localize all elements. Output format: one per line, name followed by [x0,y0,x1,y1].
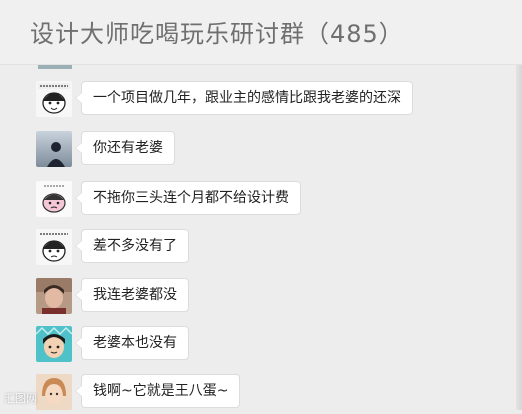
previous-avatar-edge [38,65,72,69]
chat-header: 设计大师吃喝玩乐研讨群（485） [0,0,522,65]
message-bubble[interactable]: 你还有老婆 [75,131,175,165]
message-bubble[interactable]: 不拖你三头连个月都不给设计费 [75,181,301,215]
message-list[interactable]: 一个项目做几年，跟业主的感情比跟我老婆的还深 你还有老婆 不拖你三头连个月都不给… [0,65,522,410]
watermark: 汇图网 [4,392,37,405]
message-bubble[interactable]: 老婆本也没有 [75,326,189,360]
cartoon-face-avatar[interactable] [36,81,72,117]
group-title: 设计大师吃喝玩乐研讨群（485） [30,20,404,48]
scrollbar-track[interactable] [516,65,522,410]
cartoon-boy-avatar[interactable] [36,326,72,362]
message-bubble[interactable]: 一个项目做几年，跟业主的感情比跟我老婆的还深 [75,81,413,115]
cartoon-face-avatar[interactable] [36,229,72,265]
cartoon-face-pink-avatar[interactable] [36,181,72,217]
silhouette-person-avatar[interactable] [36,131,72,167]
message-bubble[interactable]: 差不多没有了 [75,229,189,263]
message-bubble[interactable]: 钱啊~它就是王八蛋~ [74,374,241,408]
message-bubble[interactable]: 我连老婆都没 [75,278,189,312]
photo-person-avatar[interactable] [36,278,72,314]
photo-girl-avatar[interactable] [36,374,72,410]
